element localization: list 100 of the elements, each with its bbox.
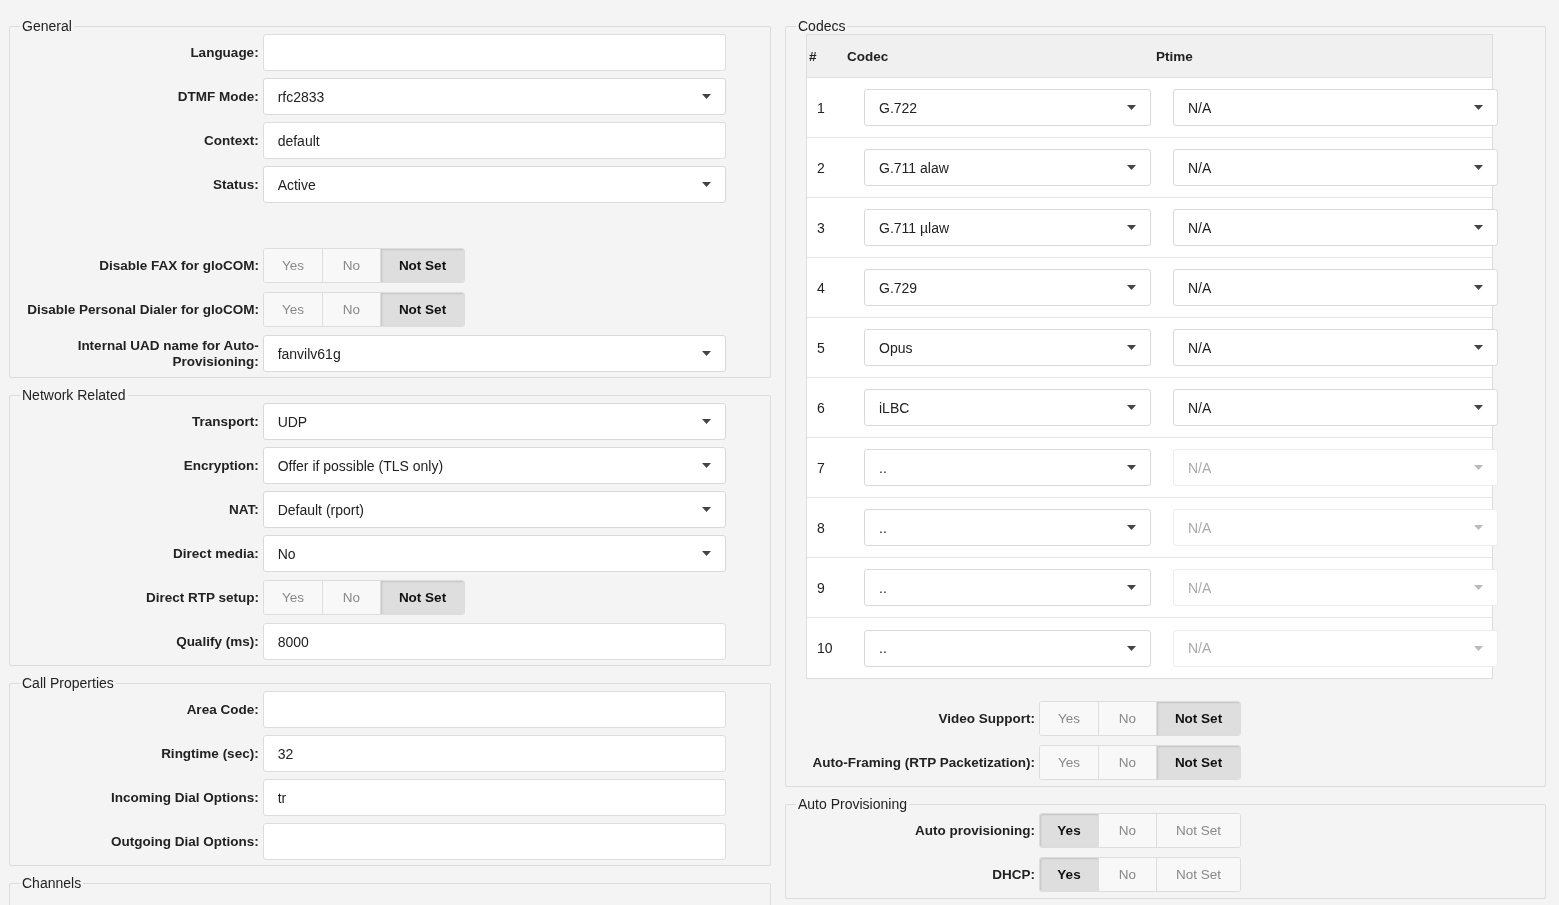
toggle-option[interactable]: Not Set bbox=[1156, 814, 1240, 847]
caret-icon bbox=[1127, 525, 1136, 530]
toggle-option[interactable]: Not Set bbox=[380, 581, 464, 614]
toggle-option[interactable]: Not Set bbox=[1156, 746, 1240, 779]
field-label: Language: bbox=[189, 44, 259, 61]
row-number: 7 bbox=[817, 459, 826, 476]
toggle-option[interactable]: Not Set bbox=[380, 249, 464, 282]
row-number: 8 bbox=[817, 519, 826, 536]
caret-icon bbox=[1474, 465, 1483, 470]
field-label: DHCP: bbox=[991, 866, 1035, 883]
caret-icon bbox=[702, 463, 711, 468]
input-field[interactable]: 8000 bbox=[262, 623, 726, 660]
input-field[interactable] bbox=[262, 34, 726, 71]
caret-icon bbox=[1474, 585, 1483, 590]
caret-icon bbox=[1127, 645, 1136, 651]
field-label: NAT: bbox=[227, 501, 259, 518]
toggle-option[interactable]: Not Set bbox=[1156, 858, 1240, 891]
dropdown[interactable]: Default (rport) bbox=[262, 491, 726, 528]
codec-dropdown[interactable]: G.729 bbox=[864, 269, 1151, 306]
caret-icon bbox=[1127, 285, 1136, 290]
row-number: 6 bbox=[817, 399, 826, 416]
input-field[interactable]: tr bbox=[262, 779, 726, 816]
caret-icon bbox=[702, 94, 711, 99]
section-legend: Call Properties bbox=[20, 675, 116, 691]
field-label: Auto provisioning: bbox=[914, 822, 1035, 839]
codec-dropdown[interactable]: G.711 µlaw bbox=[864, 209, 1151, 246]
codec-dropdown[interactable]: .. bbox=[864, 629, 1151, 667]
dropdown[interactable]: fanvilv61g bbox=[262, 335, 726, 372]
dropdown[interactable]: UDP bbox=[262, 403, 726, 440]
input-field[interactable] bbox=[262, 823, 726, 860]
ptime-dropdown[interactable]: N/A bbox=[1173, 269, 1498, 306]
dropdown[interactable]: Offer if possible (TLS only) bbox=[262, 447, 726, 484]
ptime-dropdown[interactable]: N/A bbox=[1173, 329, 1498, 366]
input-field[interactable]: 32 bbox=[262, 735, 726, 772]
column-header: Codec bbox=[847, 48, 890, 64]
section-legend: Codecs bbox=[796, 18, 848, 34]
field-label: Ringtime (sec): bbox=[160, 745, 259, 762]
ptime-dropdown[interactable]: N/A bbox=[1173, 89, 1498, 126]
field-label: Outgoing Dial Options: bbox=[109, 833, 259, 850]
field-label: Qualify (ms): bbox=[175, 633, 259, 650]
caret-icon bbox=[1474, 105, 1483, 110]
field-label: Internal UAD name for Auto-Provisioning: bbox=[76, 337, 259, 370]
caret-icon bbox=[1474, 285, 1483, 290]
field-label: Encryption: bbox=[182, 457, 259, 474]
row-number: 4 bbox=[817, 279, 826, 296]
caret-icon bbox=[1474, 225, 1483, 230]
caret-icon bbox=[1127, 465, 1136, 470]
caret-icon bbox=[702, 351, 711, 356]
codec-dropdown[interactable]: .. bbox=[864, 449, 1151, 486]
toggle-option[interactable]: Not Set bbox=[380, 293, 464, 326]
ptime-dropdown[interactable]: N/A bbox=[1173, 389, 1498, 426]
caret-icon bbox=[702, 507, 711, 512]
caret-icon bbox=[1474, 405, 1483, 410]
section-legend: Network Related bbox=[20, 387, 128, 403]
toggle-option[interactable]: Yes bbox=[1040, 814, 1098, 847]
row-number: 5 bbox=[817, 339, 826, 356]
ptime-dropdown[interactable]: N/A bbox=[1173, 149, 1498, 186]
caret-icon bbox=[1127, 405, 1136, 410]
dropdown[interactable]: rfc2833 bbox=[262, 78, 726, 115]
row-number: 9 bbox=[817, 579, 826, 596]
caret-icon bbox=[1127, 345, 1136, 350]
field-label: Area Code: bbox=[185, 701, 259, 718]
row-number: 3 bbox=[817, 219, 826, 236]
caret-icon bbox=[1474, 165, 1483, 170]
dropdown[interactable]: No bbox=[262, 535, 726, 572]
toggle-option[interactable]: Yes bbox=[1040, 858, 1098, 891]
field-label: Direct media: bbox=[172, 545, 259, 562]
caret-icon bbox=[1127, 105, 1136, 110]
codec-dropdown[interactable]: G.722 bbox=[864, 89, 1151, 126]
caret-icon bbox=[1127, 165, 1136, 170]
toggle-option[interactable]: Not Set bbox=[1156, 702, 1240, 735]
row-number: 2 bbox=[817, 159, 826, 176]
input-field[interactable]: default bbox=[262, 122, 726, 159]
section-legend: General bbox=[20, 18, 74, 34]
field-label: DTMF Mode: bbox=[176, 88, 259, 105]
caret-icon bbox=[702, 182, 711, 187]
row-number: 1 bbox=[817, 99, 826, 116]
field-label: Transport: bbox=[190, 413, 259, 430]
field-label: Incoming Dial Options: bbox=[109, 789, 259, 806]
caret-icon bbox=[1474, 645, 1483, 651]
field-label: Disable Personal Dialer for gloCOM: bbox=[26, 301, 259, 318]
field-label: Auto-Framing (RTP Packetization): bbox=[811, 754, 1035, 771]
caret-icon bbox=[702, 419, 711, 424]
section-legend: Auto Provisioning bbox=[796, 796, 909, 812]
codec-dropdown[interactable]: Opus bbox=[864, 329, 1151, 366]
codec-dropdown[interactable]: .. bbox=[864, 569, 1151, 606]
caret-icon bbox=[1474, 345, 1483, 350]
codec-dropdown[interactable]: G.711 alaw bbox=[864, 149, 1151, 186]
dropdown[interactable]: Active bbox=[262, 166, 726, 203]
codec-dropdown[interactable]: .. bbox=[864, 509, 1151, 546]
input-field[interactable] bbox=[262, 691, 726, 728]
codec-dropdown[interactable]: iLBC bbox=[864, 389, 1151, 426]
field-label: Context: bbox=[202, 132, 259, 149]
column-header: # bbox=[809, 48, 818, 64]
ptime-dropdown[interactable]: N/A bbox=[1173, 209, 1498, 246]
field-label: Disable FAX for gloCOM: bbox=[98, 257, 259, 274]
section-legend: Channels bbox=[20, 875, 84, 891]
caret-icon bbox=[702, 551, 711, 556]
caret-icon bbox=[1127, 585, 1136, 590]
column-header: Ptime bbox=[1156, 48, 1194, 64]
